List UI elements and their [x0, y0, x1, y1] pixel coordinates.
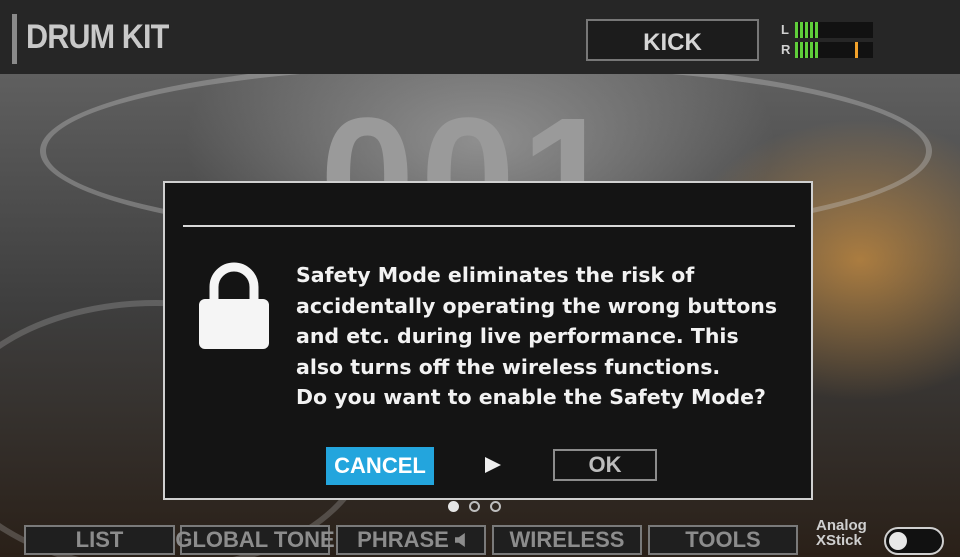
- dialog-message: Safety Mode eliminates the risk of accide…: [296, 260, 796, 413]
- analog-xstick-label: Analog XStick: [816, 518, 886, 548]
- selection-arrow-icon: [485, 457, 501, 473]
- meter-peak-indicator: [855, 42, 858, 58]
- instrument-name: KICK: [643, 29, 702, 56]
- tab-wireless[interactable]: WIRELESS: [492, 525, 642, 555]
- level-meter-left: [795, 22, 873, 38]
- xstick-label-line2: XStick: [816, 532, 862, 549]
- tab-label: WIRELESS: [509, 527, 625, 552]
- dialog-message-line: and etc. during live performance. This: [296, 324, 739, 348]
- instrument-display[interactable]: KICK: [586, 19, 759, 61]
- meter-right-label: R: [781, 42, 791, 57]
- meter-left-label: L: [781, 22, 789, 37]
- safety-mode-dialog: Safety Mode eliminates the risk of accide…: [163, 181, 813, 500]
- tab-global-tone[interactable]: GLOBAL TONE: [175, 525, 335, 555]
- dialog-divider: [183, 225, 795, 227]
- dialog-message-line: Do you want to enable the Safety Mode?: [296, 385, 766, 409]
- tab-tools[interactable]: TOOLS: [648, 525, 798, 555]
- page-indicator: [448, 501, 501, 512]
- toggle-knob: [889, 532, 907, 550]
- dialog-message-line: also turns off the wireless functions.: [296, 354, 721, 379]
- level-meter-right: [795, 42, 873, 58]
- analog-xstick-toggle[interactable]: [884, 527, 944, 555]
- meter-segment: [805, 22, 808, 38]
- xstick-label-line1: Analog: [816, 517, 867, 534]
- meter-segment: [795, 22, 798, 38]
- meter-segment: [810, 42, 813, 58]
- page-dot: [469, 501, 480, 512]
- cancel-button[interactable]: CANCEL: [326, 447, 434, 485]
- meter-segment: [815, 42, 818, 58]
- screen: 001 DRUM KIT KICK L R Safety Mode elimin…: [0, 0, 960, 557]
- tab-phrase[interactable]: PHRASE: [336, 525, 486, 555]
- meter-segment: [800, 22, 803, 38]
- lock-icon: [199, 262, 269, 349]
- tab-label: PHRASE: [357, 527, 449, 552]
- meter-segment: [800, 42, 803, 58]
- ok-button[interactable]: OK: [553, 449, 657, 481]
- page-dot: [448, 501, 459, 512]
- meter-segment: [805, 42, 808, 58]
- dialog-message-line: Safety Mode eliminates the risk of: [296, 263, 695, 287]
- page-title: DRUM KIT: [26, 18, 169, 56]
- page-dot: [490, 501, 501, 512]
- tab-label: TOOLS: [685, 527, 761, 552]
- meter-segment: [795, 42, 798, 58]
- dialog-message-line: accidentally operating the wrong buttons: [296, 293, 778, 318]
- header-accent: [12, 14, 17, 64]
- meter-segment: [810, 22, 813, 38]
- header-bar: DRUM KIT KICK L R: [0, 0, 960, 74]
- tab-label: GLOBAL TONE: [175, 527, 335, 552]
- tab-list[interactable]: LIST: [24, 525, 175, 555]
- tab-label: LIST: [75, 527, 124, 552]
- meter-segment: [815, 22, 818, 38]
- speaker-icon: [454, 533, 465, 547]
